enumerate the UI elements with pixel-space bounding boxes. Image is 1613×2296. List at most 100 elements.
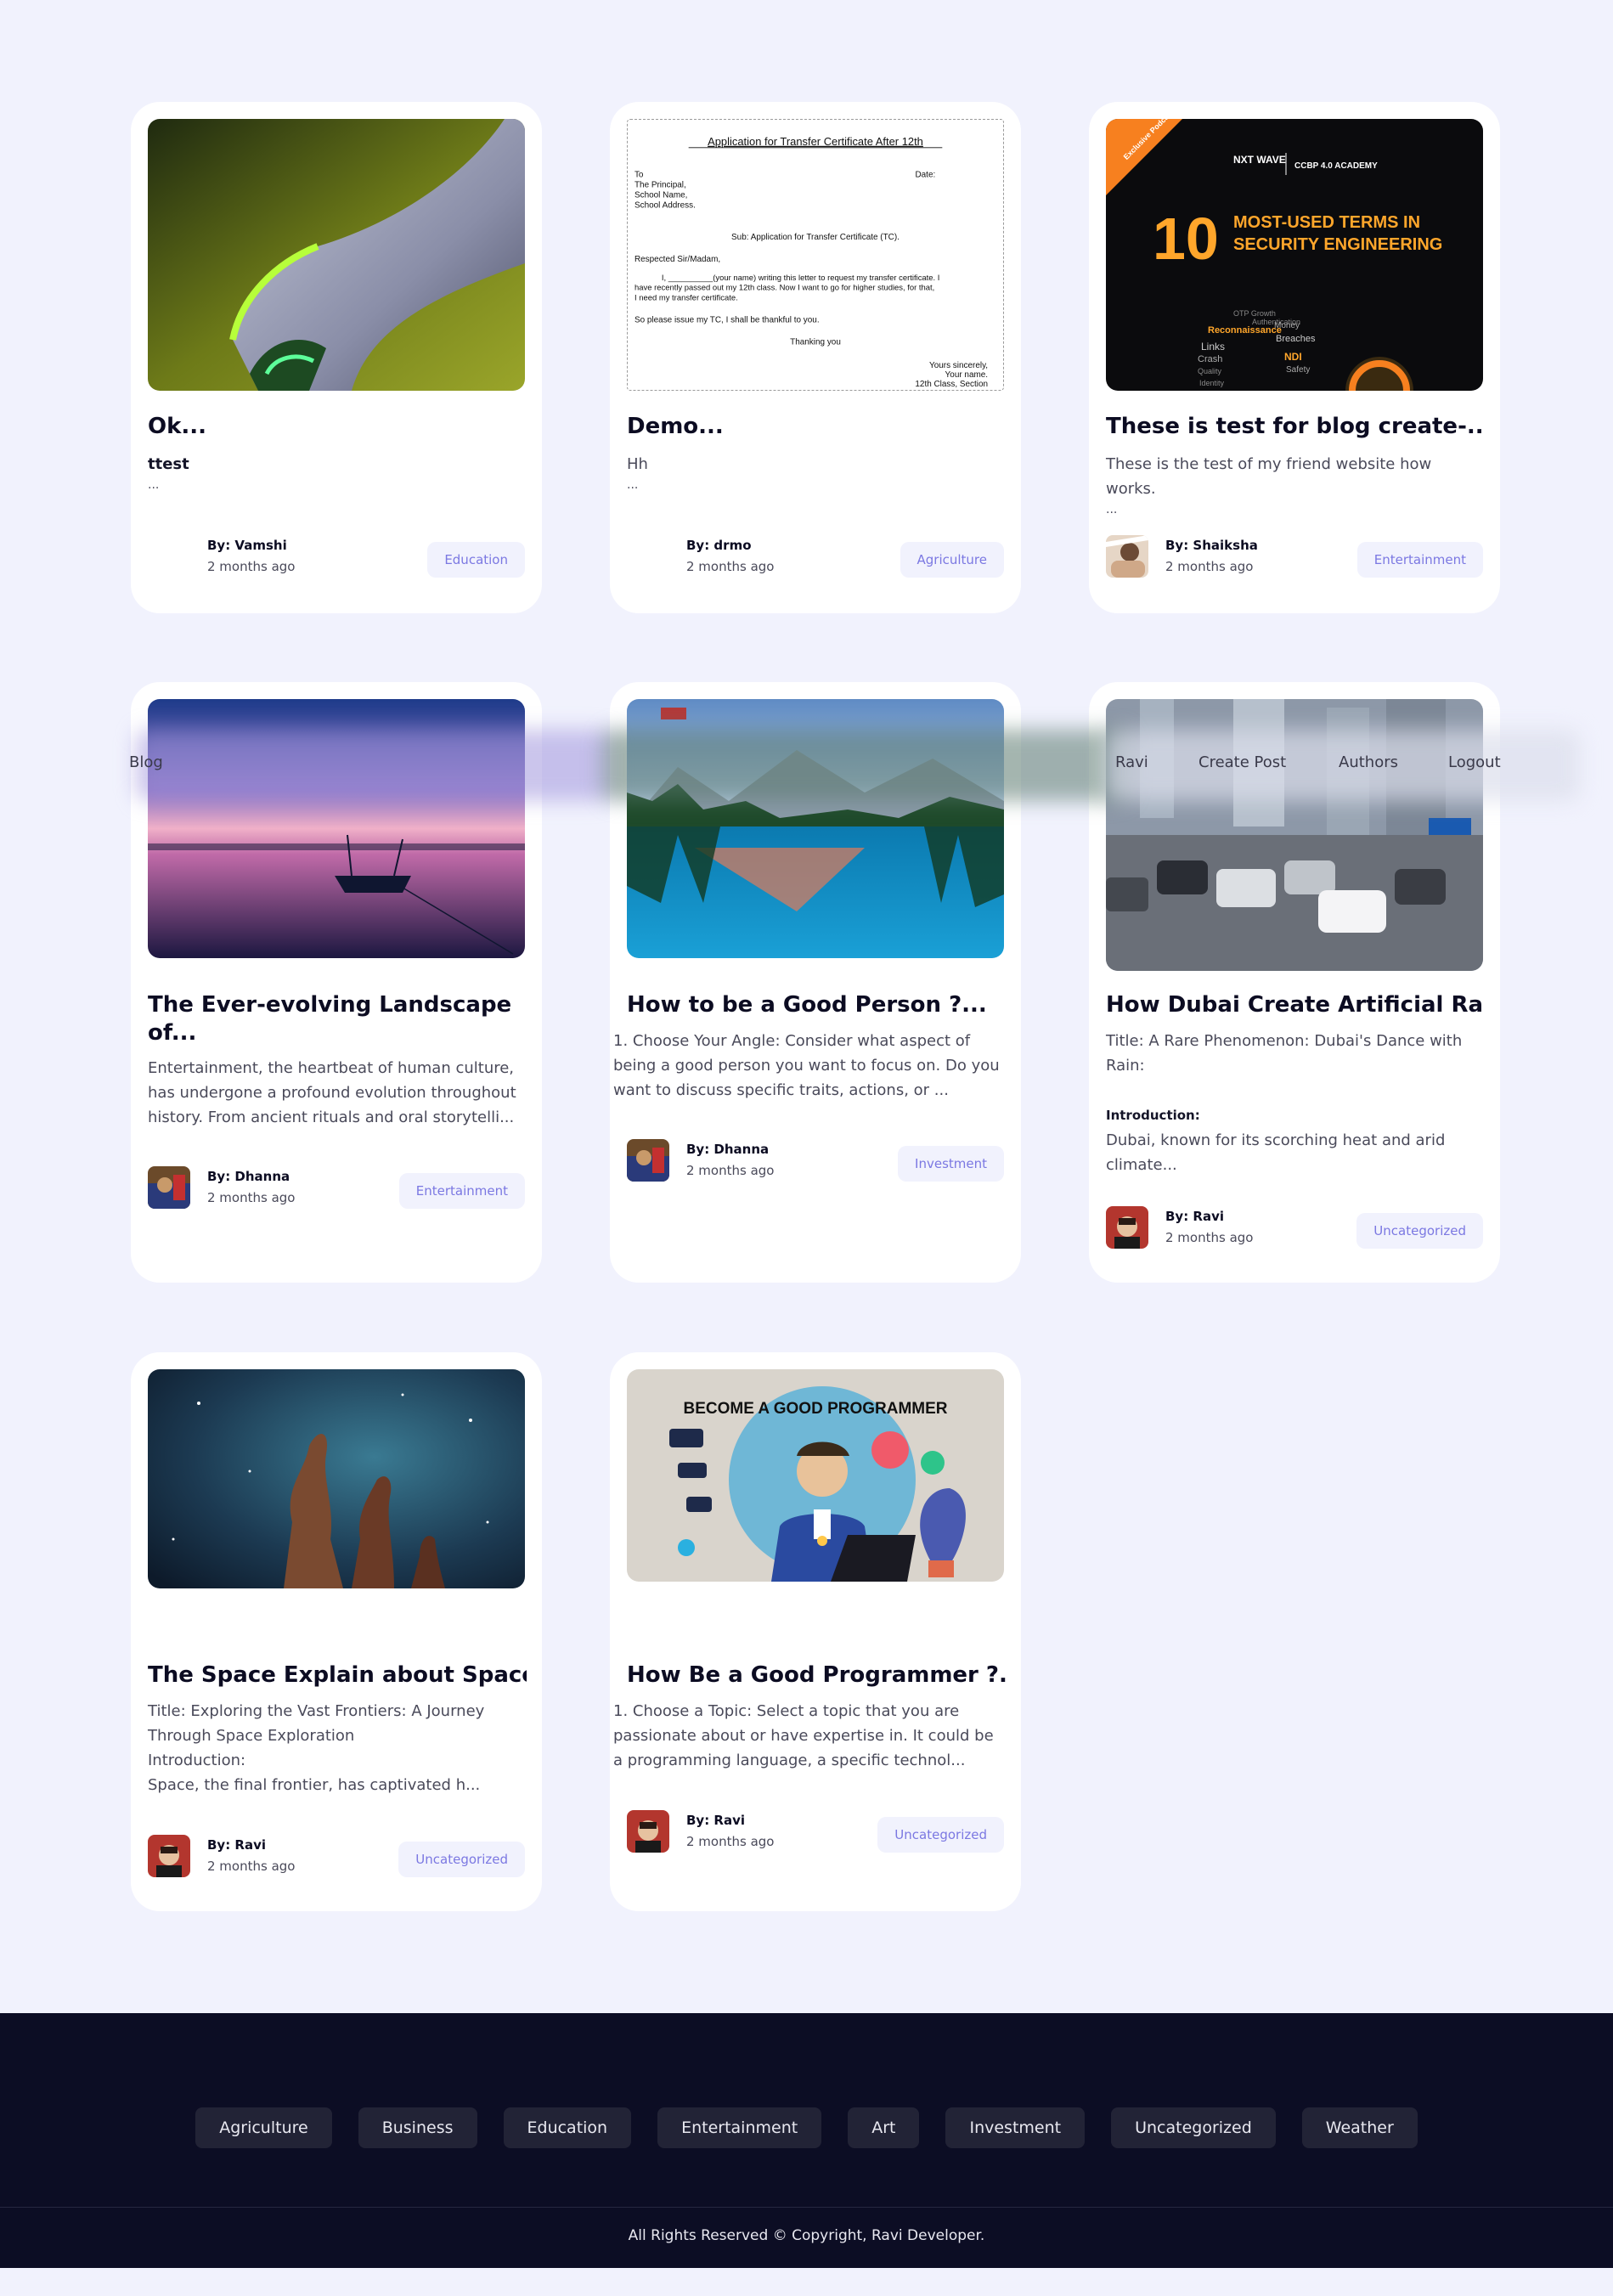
svg-text:CCBP 4.0 ACADEMY: CCBP 4.0 ACADEMY — [1294, 161, 1378, 171]
post-excerpt: Title: Exploring the Vast Frontiers: A J… — [148, 1699, 527, 1797]
footer-category-weather[interactable]: Weather — [1301, 2107, 1418, 2148]
svg-text:Sub: Application for Transfer: Sub: Application for Transfer Certificat… — [731, 233, 900, 242]
category-tag[interactable]: Education — [427, 542, 525, 578]
post-author: By: Dhanna — [686, 1142, 770, 1157]
post-author: By: Dhanna — [207, 1169, 290, 1184]
footer: Agriculture Business Education Entertain… — [0, 2013, 1613, 2268]
svg-text:12th Class, Section: 12th Class, Section — [915, 380, 988, 389]
post-card[interactable]: The Space Explain about Space.... Title:… — [131, 1352, 542, 1911]
letter-heading: Application for Transfer Certificate Aft… — [708, 135, 923, 148]
post-author: By: Vamshi — [207, 538, 287, 553]
excerpt-ellipsis: ... — [148, 478, 160, 492]
excerpt-text: Title: Exploring the Vast Frontiers: A J… — [148, 1702, 485, 1745]
post-author: By: Ravi — [207, 1837, 267, 1853]
author-avatar — [627, 1810, 669, 1853]
post-excerpt: These is the test of my friend website h… — [1106, 452, 1485, 518]
svg-text:Identity: Identity — [1199, 379, 1225, 387]
post-time: 2 months ago — [207, 1190, 296, 1205]
post-image[interactable]: Application for Transfer Certificate Aft… — [627, 119, 1004, 391]
post-excerpt: 1. Choose a Topic: Select a topic that y… — [613, 1702, 994, 1769]
svg-text:The Principal,: The Principal, — [634, 181, 686, 190]
post-image[interactable]: BECOME A GOOD PROGRAMMER — [627, 1369, 1004, 1582]
excerpt-text: Introduction: — [148, 1752, 246, 1769]
svg-text:I, __________(your name) writi: I, __________(your name) writing this le… — [662, 274, 940, 283]
post-author: By: Ravi — [1165, 1209, 1225, 1224]
svg-text:Thanking you: Thanking you — [790, 337, 841, 347]
footer-category-uncategorized[interactable]: Uncategorized — [1111, 2107, 1276, 2148]
post-title[interactable]: Demo... — [627, 413, 1006, 441]
post-title[interactable]: The Space Explain about Space.... — [148, 1661, 527, 1690]
post-title[interactable]: How Dubai Create Artificial Ra... — [1106, 991, 1485, 1019]
footer-category-art[interactable]: Art — [848, 2107, 920, 2148]
post-title[interactable]: Ok... — [148, 413, 527, 441]
footer-category-agriculture[interactable]: Agriculture — [195, 2107, 332, 2148]
footer-divider — [0, 2207, 1613, 2208]
post-time: 2 months ago — [1165, 1230, 1254, 1245]
footer-categories: Agriculture Business Education Entertain… — [0, 2107, 1613, 2148]
footer-copyright: All Rights Reserved © Copyright, Ravi De… — [628, 2227, 985, 2244]
footer-category-education[interactable]: Education — [503, 2107, 632, 2148]
svg-text:School Address.: School Address. — [634, 200, 696, 210]
post-excerpt: ttest ... — [148, 452, 527, 494]
svg-text:Date:: Date: — [915, 171, 935, 180]
post-image[interactable] — [148, 119, 525, 391]
svg-text:BECOME A GOOD PROGRAMMER: BECOME A GOOD PROGRAMMER — [683, 1400, 947, 1418]
svg-text:Money: Money — [1274, 321, 1300, 330]
post-image[interactable]: Exclusive Podcast NXT WAVE CCBP 4.0 ACAD… — [1106, 119, 1483, 391]
post-author: By: drmo — [686, 538, 752, 553]
svg-text:Quality: Quality — [1198, 367, 1222, 375]
nav-link-create-post[interactable]: Create Post — [1198, 753, 1286, 771]
svg-text:School Name,: School Name, — [634, 190, 687, 200]
post-title[interactable]: The Ever-evolving Landscape of... — [148, 991, 527, 1047]
svg-text:Crash: Crash — [1198, 354, 1222, 364]
excerpt-text: ttest — [148, 455, 189, 473]
post-card[interactable]: Exclusive Podcast NXT WAVE CCBP 4.0 ACAD… — [1089, 102, 1500, 613]
excerpt-text: Title: A Rare Phenomenon: Dubai's Dance … — [1106, 1032, 1463, 1075]
nav-link-authors[interactable]: Authors — [1339, 753, 1398, 771]
post-title[interactable]: These is test for blog create-... — [1106, 413, 1485, 441]
svg-text:Respected Sir/Madam,: Respected Sir/Madam, — [634, 255, 720, 264]
post-card[interactable]: BECOME A GOOD PROGRAMMER How Be a Good P… — [610, 1352, 1021, 1911]
svg-text:OTP Growth: OTP Growth — [1233, 309, 1276, 318]
category-tag[interactable]: Investment — [898, 1146, 1004, 1182]
svg-text:have recently passed out my 12: have recently passed out my 12th class. … — [634, 284, 934, 293]
nav-link-logout[interactable]: Logout — [1448, 753, 1501, 771]
svg-text:Safety: Safety — [1286, 365, 1310, 375]
post-excerpt: Entertainment, the heartbeat of human cu… — [148, 1059, 516, 1126]
post-card[interactable]: Application for Transfer Certificate Aft… — [610, 102, 1021, 613]
category-tag[interactable]: Entertainment — [1356, 542, 1483, 578]
post-time: 2 months ago — [686, 559, 775, 574]
footer-category-investment[interactable]: Investment — [945, 2107, 1086, 2148]
category-tag[interactable]: Uncategorized — [877, 1817, 1004, 1853]
category-tag[interactable]: Agriculture — [900, 542, 1004, 578]
category-tag[interactable]: Entertainment — [398, 1173, 525, 1209]
author-avatar — [148, 1835, 190, 1877]
nav-link-ravi[interactable]: Ravi — [1115, 753, 1148, 771]
category-tag[interactable]: Uncategorized — [398, 1842, 525, 1877]
svg-text:Links: Links — [1201, 341, 1225, 353]
svg-text:Your name.: Your name. — [945, 370, 989, 380]
post-title[interactable]: How Be a Good Programmer ?... — [627, 1661, 1006, 1690]
svg-text:Reconnaissance: Reconnaissance — [1208, 325, 1282, 336]
author-avatar — [148, 1166, 190, 1209]
svg-text:10: 10 — [1153, 206, 1219, 272]
post-title[interactable]: How to be a Good Person ?... — [627, 991, 1006, 1019]
excerpt-text: Space, the final frontier, has captivate… — [148, 1776, 481, 1794]
navbar-blur-center — [603, 730, 1130, 801]
excerpt-heading: Introduction: — [1106, 1108, 1200, 1123]
author-avatar — [1106, 1206, 1148, 1249]
svg-text:NXT WAVE: NXT WAVE — [1233, 154, 1286, 166]
nav-link-blog[interactable]: Blog — [129, 753, 163, 771]
post-time: 2 months ago — [1165, 559, 1254, 574]
post-author: By: Ravi — [686, 1813, 746, 1828]
svg-text:I need my transfer certificate: I need my transfer certificate. — [634, 294, 738, 303]
post-card[interactable]: Ok... ttest ... By: Vamshi 2 months ago … — [131, 102, 542, 613]
category-tag[interactable]: Uncategorized — [1356, 1213, 1483, 1249]
post-image[interactable] — [148, 1369, 525, 1588]
footer-category-business[interactable]: Business — [358, 2107, 477, 2148]
svg-text:Yours sincerely,: Yours sincerely, — [929, 361, 988, 370]
excerpt-ellipsis: ... — [1106, 503, 1118, 516]
post-author: By: Shaiksha — [1165, 538, 1258, 553]
post-excerpt: 1. Choose Your Angle: Consider what aspe… — [613, 1032, 1000, 1099]
footer-category-entertainment[interactable]: Entertainment — [657, 2107, 822, 2148]
